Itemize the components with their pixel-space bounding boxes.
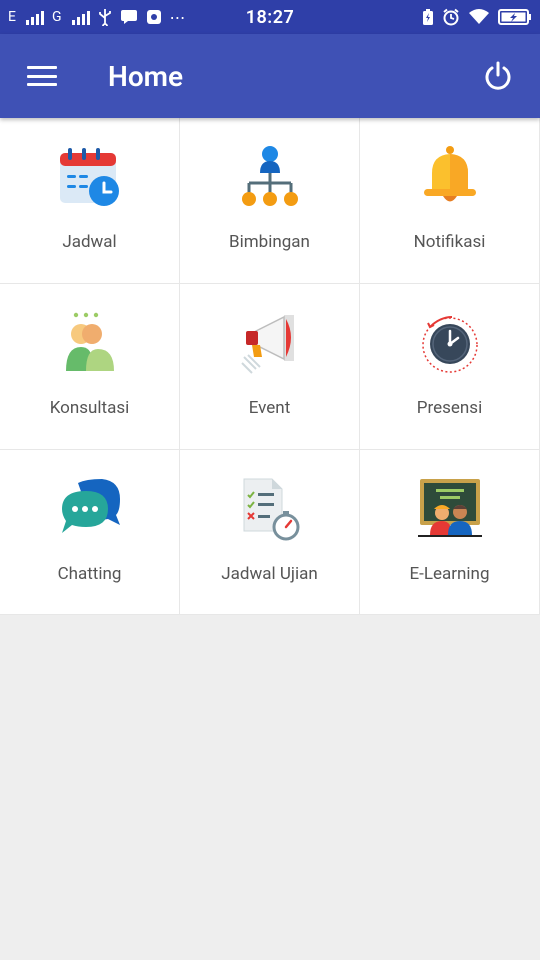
logout-button[interactable] — [456, 34, 540, 118]
app-notification-icon — [146, 9, 162, 25]
menu-label: Presensi — [416, 398, 483, 418]
menu-grid: Jadwal Bimbingan Notifikasi Konsultasi E… — [0, 118, 540, 615]
consultation-people-icon — [57, 310, 123, 376]
hamburger-icon — [27, 66, 57, 86]
menu-button[interactable] — [0, 34, 84, 118]
chat-bubbles-icon — [57, 476, 123, 542]
megaphone-icon — [237, 310, 303, 376]
menu-tile-jadwal-ujian[interactable]: Jadwal Ujian — [180, 450, 360, 615]
menu-tile-e-learning[interactable]: E-Learning — [360, 450, 540, 615]
network-type-label: G — [51, 9, 62, 25]
menu-label: Konsultasi — [49, 398, 130, 418]
menu-label: Chatting — [57, 564, 122, 584]
message-icon — [120, 9, 138, 25]
menu-tile-bimbingan[interactable]: Bimbingan — [180, 118, 360, 284]
menu-label: E-Learning — [409, 564, 490, 584]
bell-icon — [417, 144, 483, 210]
menu-label: Bimbingan — [229, 232, 310, 252]
org-chart-icon — [237, 144, 303, 210]
menu-tile-konsultasi[interactable]: Konsultasi — [0, 284, 180, 450]
menu-label: Notifikasi — [413, 232, 486, 252]
battery-saver-icon — [422, 8, 434, 26]
signal-strength-icon — [25, 9, 44, 25]
alarm-icon — [442, 8, 460, 26]
status-bar: E G ⋯ 18:27 — [0, 0, 540, 34]
clock-icon — [417, 310, 483, 376]
menu-label: Event — [248, 398, 291, 418]
menu-label: Jadwal — [62, 232, 117, 252]
menu-label: Jadwal Ujian — [221, 564, 318, 584]
battery-charging-icon — [498, 8, 532, 26]
clock-time: 18:27 — [245, 6, 295, 28]
signal-strength-icon — [71, 9, 90, 25]
usb-icon — [98, 8, 112, 26]
more-notifications-icon: ⋯ — [169, 7, 187, 27]
calendar-clock-icon — [57, 144, 123, 210]
wifi-icon — [468, 8, 490, 26]
network-type-label: E — [8, 9, 16, 25]
menu-tile-notifikasi[interactable]: Notifikasi — [360, 118, 540, 284]
app-bar: Home — [0, 34, 540, 118]
page-title: Home — [108, 59, 184, 93]
power-icon — [485, 61, 511, 90]
menu-tile-event[interactable]: Event — [180, 284, 360, 450]
menu-tile-presensi[interactable]: Presensi — [360, 284, 540, 450]
classroom-board-icon — [417, 476, 483, 542]
menu-tile-jadwal[interactable]: Jadwal — [0, 118, 180, 284]
menu-tile-chatting[interactable]: Chatting — [0, 450, 180, 615]
exam-checklist-timer-icon — [237, 476, 303, 542]
